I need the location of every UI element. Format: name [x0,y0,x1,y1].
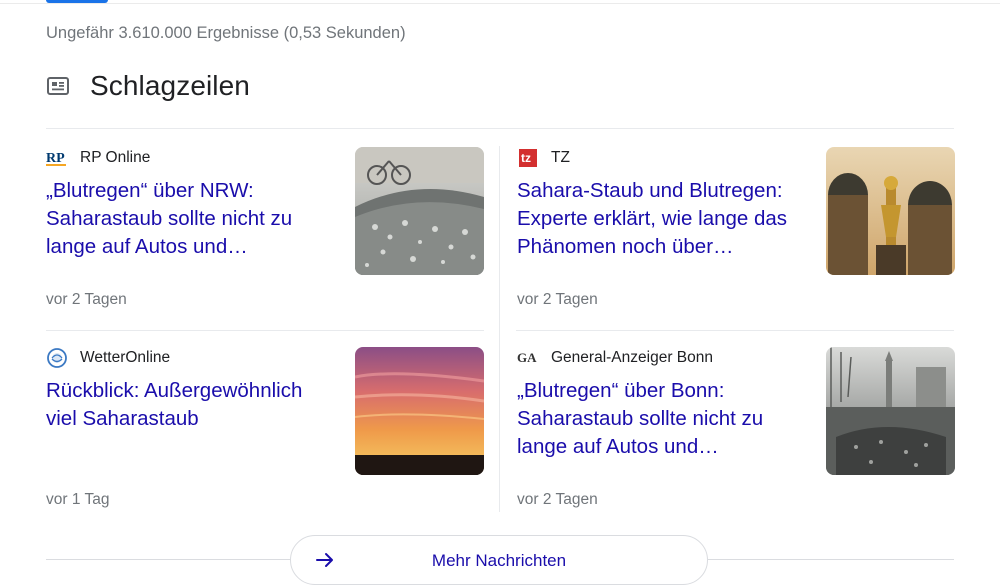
general-anzeiger-logo: GA [517,349,539,367]
row-divider-left [46,330,484,331]
news-card[interactable]: RP RP Online „Blutregen“ über NRW: Sahar… [46,147,486,317]
news-thumbnail[interactable] [355,147,484,275]
news-timestamp: vor 2 Tagen [46,291,127,308]
section-header: Schlagzeilen [46,70,250,102]
svg-text:tz: tz [521,151,531,165]
news-headline-link[interactable]: „Blutregen“ über NRW: Saharastaub sollte… [46,177,336,261]
tz-logo: tz [517,149,539,167]
news-timestamp: vor 2 Tagen [517,291,598,308]
news-card[interactable]: tz TZ Sahara-Staub und Blutregen: Expert… [517,147,957,317]
news-timestamp: vor 2 Tagen [517,491,598,508]
wetteronline-logo [46,348,68,368]
rp-online-logo: RP [46,149,68,167]
news-headline-link[interactable]: Sahara-Staub und Blutregen: Experte erkl… [517,177,807,261]
more-news-label: Mehr Nachrichten [431,551,567,570]
column-divider [499,146,500,512]
result-stats: Ungefähr 3.610.000 Ergebnisse (0,53 Seku… [46,24,406,42]
svg-text:GA: GA [517,350,537,365]
news-source-name: TZ [551,149,570,166]
news-headline-link[interactable]: „Blutregen“ über Bonn: Saharastaub sollt… [517,377,807,461]
news-source-name: WetterOnline [80,349,171,366]
news-source: tz TZ [517,149,570,167]
news-source-name: RP Online [80,149,151,166]
section-title: Schlagzeilen [90,70,250,101]
section-divider [46,128,954,129]
news-headline-link[interactable]: Rückblick: Außergewöhnlich viel Saharast… [46,377,336,433]
svg-text:RP: RP [46,151,65,166]
news-source: WetterOnline [46,348,171,368]
more-divider-left [46,559,291,560]
news-source: RP RP Online [46,149,150,167]
news-thumbnail[interactable] [826,147,955,275]
news-source-name: General-Anzeiger Bonn [551,349,713,366]
tab-bar-divider [0,3,1000,4]
newspaper-icon [46,74,70,98]
more-divider-right [708,559,954,560]
news-card[interactable]: WetterOnline Rückblick: Außergewöhnlich … [46,347,486,517]
news-source: GA General-Anzeiger Bonn [517,349,713,367]
news-thumbnail[interactable] [355,347,484,475]
news-card[interactable]: GA General-Anzeiger Bonn „Blutregen“ übe… [517,347,957,517]
news-timestamp: vor 1 Tag [46,491,110,508]
more-news-button[interactable]: Mehr Nachrichten [290,535,708,585]
news-thumbnail[interactable] [826,347,955,475]
row-divider-right [516,330,954,331]
